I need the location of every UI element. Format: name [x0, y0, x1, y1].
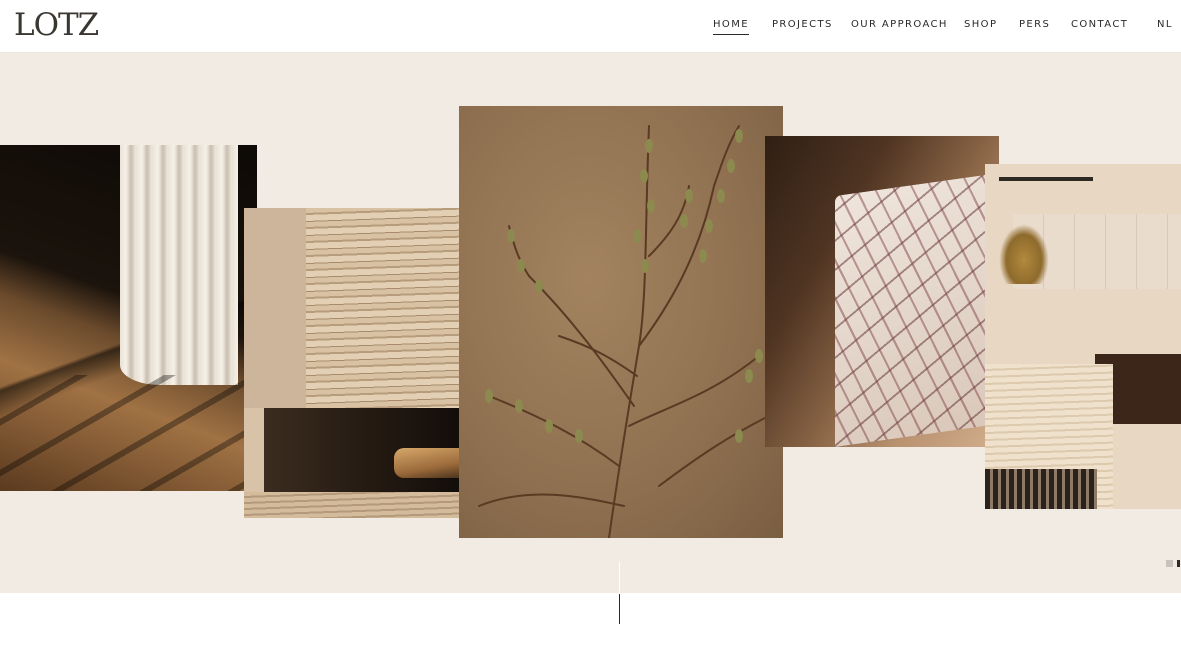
branch-illustration [478, 125, 773, 538]
kitchen-image[interactable] [985, 164, 1181, 509]
slide-dot-2[interactable] [1177, 560, 1180, 567]
scroll-indicator-top [619, 562, 620, 593]
curtain-drape [120, 145, 238, 385]
main-nav: HOME PROJECTS OUR APPROACH SHOP PERS CON… [0, 0, 1181, 52]
nav-pers[interactable]: PERS [1019, 19, 1050, 30]
curtain-image[interactable] [0, 145, 257, 491]
language-switch[interactable]: NL [1157, 19, 1173, 30]
stone-base [244, 492, 478, 518]
nav-contact[interactable]: CONTACT [1071, 19, 1128, 30]
nav-projects[interactable]: PROJECTS [772, 19, 833, 30]
site-header: LOTZ HOME PROJECTS OUR APPROACH SHOP PER… [0, 0, 1181, 53]
travertine-stone [306, 208, 478, 408]
dried-plant [999, 224, 1049, 284]
marble-image[interactable] [765, 136, 999, 447]
branch-image[interactable] [459, 106, 783, 538]
nav-shop[interactable]: SHOP [964, 19, 997, 30]
light-rail [999, 177, 1093, 181]
fireplace-image[interactable] [244, 208, 478, 518]
wood-slats [985, 469, 1097, 509]
floor-shadow [0, 375, 257, 491]
slider-pagination [1166, 560, 1180, 567]
nav-our-approach[interactable]: OUR APPROACH [851, 19, 948, 30]
scroll-indicator[interactable] [619, 594, 620, 624]
hero-collage [0, 53, 1181, 593]
marble-block [835, 172, 999, 447]
wall-panel [244, 208, 306, 408]
slide-dot-1[interactable] [1166, 560, 1173, 567]
nav-home[interactable]: HOME [713, 19, 749, 35]
